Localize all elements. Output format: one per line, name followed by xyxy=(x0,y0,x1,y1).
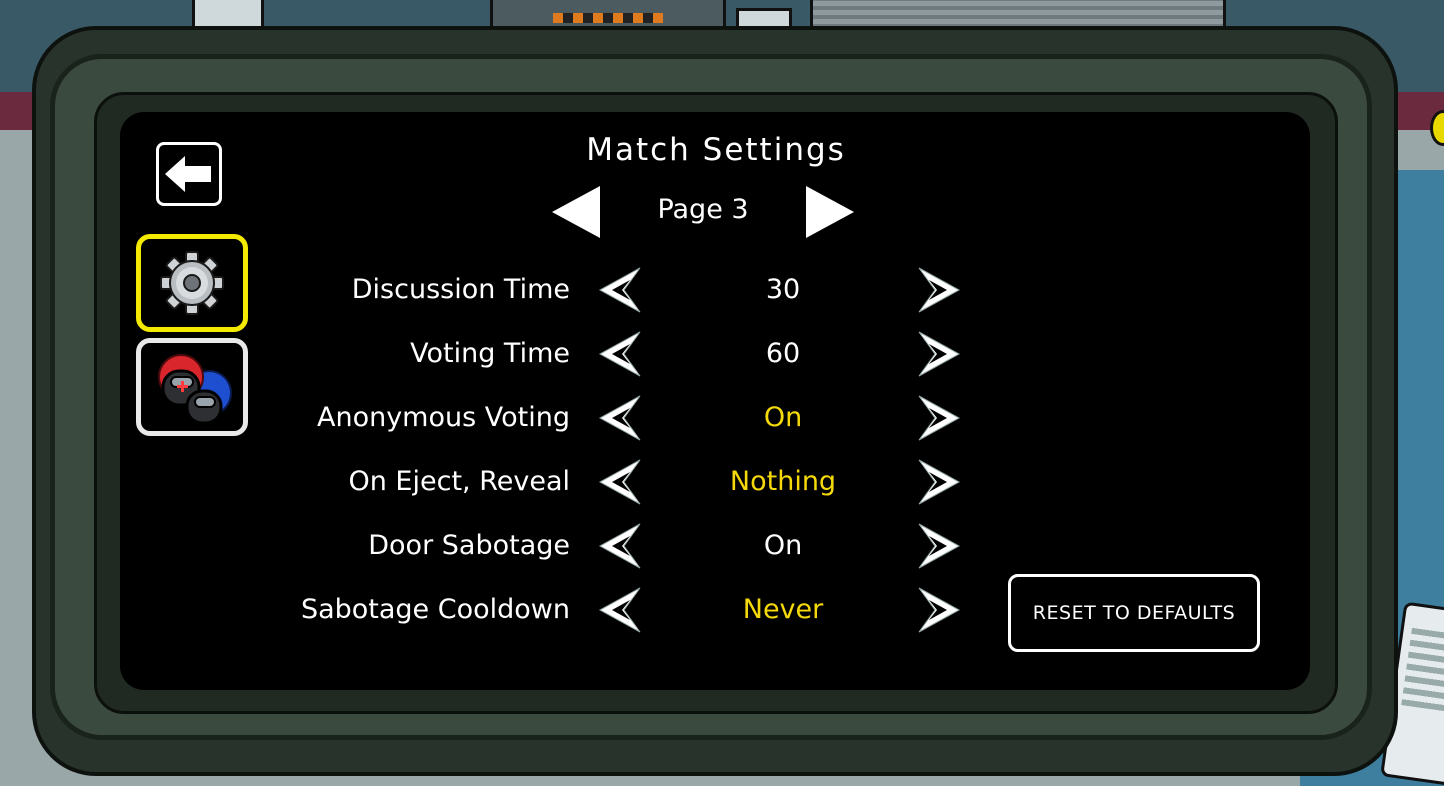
setting-label-door-sabotage: Door Sabotage xyxy=(368,530,570,561)
value-voting-time: 60 xyxy=(765,338,801,369)
decrease-door-sabotage-button[interactable] xyxy=(598,522,642,570)
crewmate-roles-icon xyxy=(158,354,232,425)
laptop-keys xyxy=(1401,625,1444,713)
previous-page-button[interactable] xyxy=(552,186,600,238)
decrease-anonymous-voting-button[interactable] xyxy=(598,394,642,442)
reset-to-defaults-button[interactable]: RESET TO DEFAULTS xyxy=(1008,574,1260,652)
page-title: Match Settings xyxy=(586,132,846,168)
decrease-sabotage-cooldown-button[interactable] xyxy=(598,586,642,634)
setting-label-discussion-time: Discussion Time xyxy=(351,274,570,305)
back-button[interactable] xyxy=(156,142,222,206)
decrease-eject-reveal-button[interactable] xyxy=(598,458,642,506)
setting-label-anonymous-voting: Anonymous Voting xyxy=(316,402,570,433)
value-eject-reveal: Nothing xyxy=(729,466,837,497)
setting-label-eject-reveal: On Eject, Reveal xyxy=(348,466,570,497)
decrease-voting-time-button[interactable] xyxy=(598,330,642,378)
increase-sabotage-cooldown-button[interactable] xyxy=(917,586,961,634)
increase-door-sabotage-button[interactable] xyxy=(917,522,961,570)
setting-label-voting-time: Voting Time xyxy=(410,338,570,369)
value-door-sabotage: On xyxy=(763,530,803,561)
back-arrow-icon xyxy=(165,156,211,192)
value-discussion-time: 30 xyxy=(765,274,801,305)
page-indicator: Page 3 xyxy=(657,194,749,225)
setting-label-sabotage-cooldown: Sabotage Cooldown xyxy=(300,594,570,625)
increase-voting-time-button[interactable] xyxy=(917,330,961,378)
increase-anonymous-voting-button[interactable] xyxy=(917,394,961,442)
next-page-button[interactable] xyxy=(806,186,854,238)
value-anonymous-voting: On xyxy=(763,402,803,433)
gear-icon xyxy=(160,251,224,315)
decrease-discussion-time-button[interactable] xyxy=(598,266,642,314)
increase-eject-reveal-button[interactable] xyxy=(917,458,961,506)
increase-discussion-time-button[interactable] xyxy=(917,266,961,314)
hazard-stripe xyxy=(553,13,663,23)
value-sabotage-cooldown: Never xyxy=(742,594,824,625)
